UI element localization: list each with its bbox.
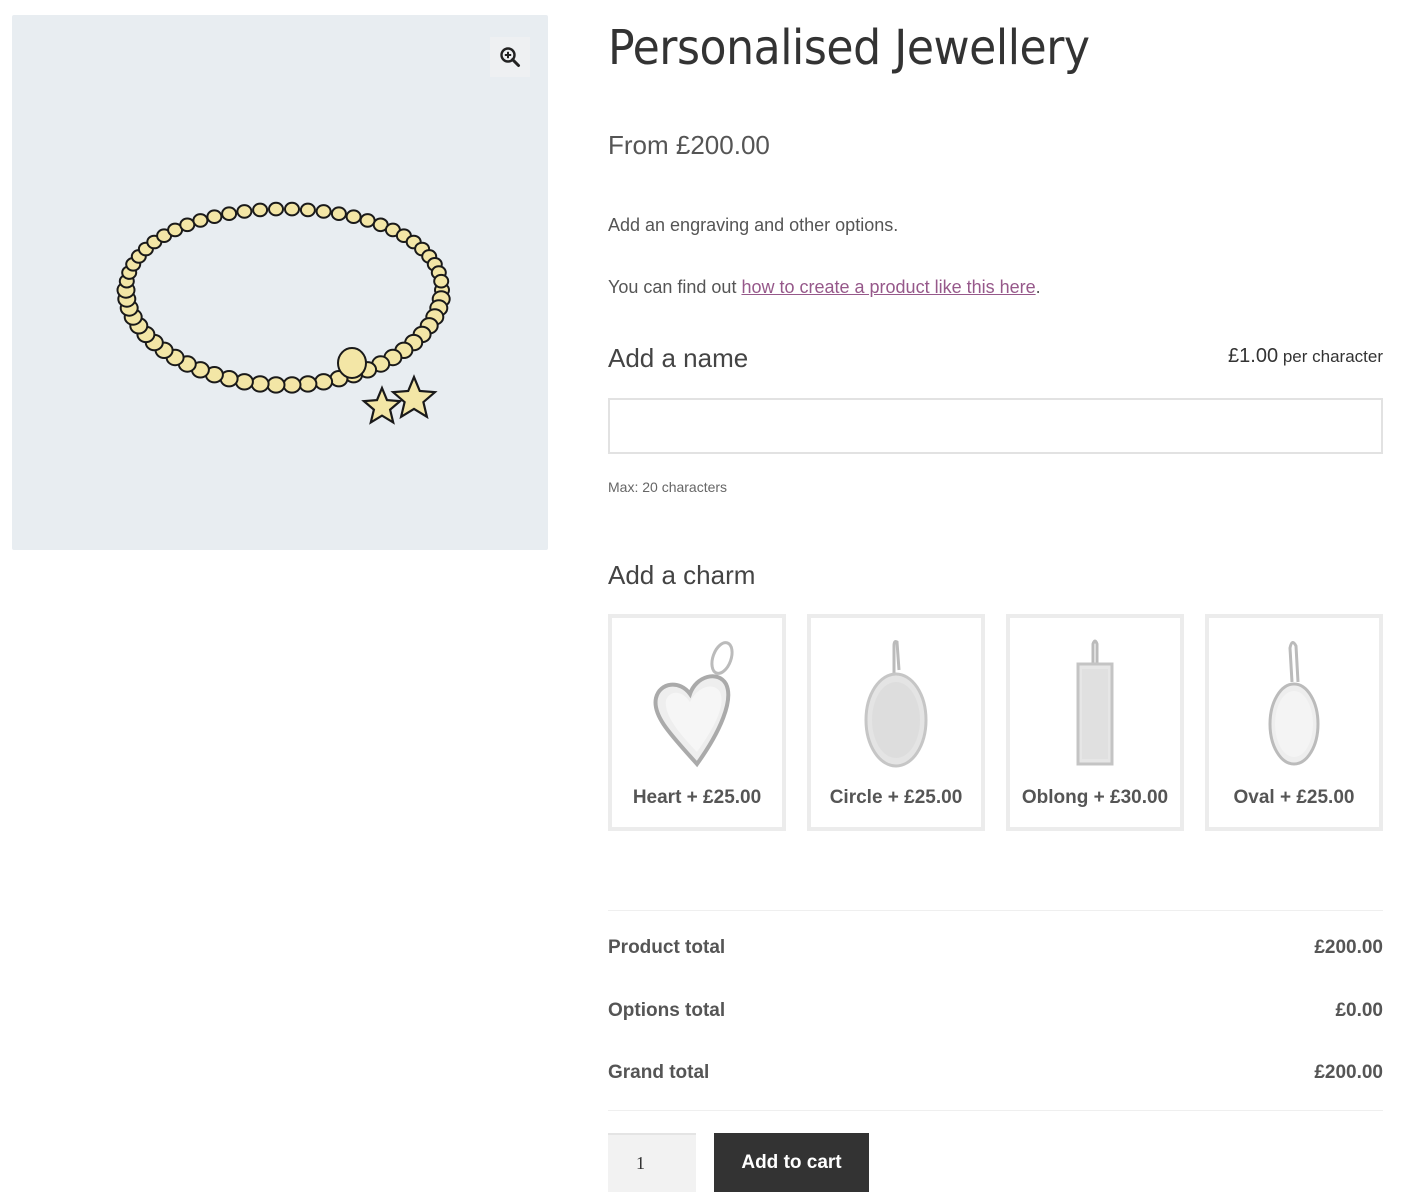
name-field-price: £1.00 per character xyxy=(1228,345,1383,368)
totals-value: £200.00 xyxy=(1314,937,1383,958)
how-to-link[interactable]: how to create a product like this here xyxy=(741,277,1035,297)
charm-label: Circle + £25.00 xyxy=(829,787,963,808)
bead xyxy=(433,273,450,289)
bead xyxy=(284,201,300,217)
magnifier-plus-icon xyxy=(500,47,520,67)
bead xyxy=(206,209,223,225)
charm-field-label: Add a charm xyxy=(608,560,756,590)
product-info: You can find out how to create a product… xyxy=(608,277,1041,298)
bead xyxy=(268,201,284,217)
bead xyxy=(266,376,286,394)
info-suffix: . xyxy=(1035,277,1041,297)
star-charm-large xyxy=(390,374,438,420)
bead xyxy=(234,373,254,391)
charm-option-heart[interactable]: Heart + £25.00 xyxy=(608,614,786,831)
charm-label: Heart + £25.00 xyxy=(632,787,762,808)
product-description: Add an engraving and other options. xyxy=(608,215,899,235)
bead xyxy=(299,202,316,218)
charm-label: Oblong + £30.00 xyxy=(1021,787,1169,808)
charm-option-oval[interactable]: Oval + £25.00 xyxy=(1205,614,1383,831)
gallery-zoom-button[interactable] xyxy=(490,37,530,77)
totals-row-options: Options total £0.00 xyxy=(608,1000,1383,1022)
name-input[interactable] xyxy=(608,398,1383,454)
oblong-charm-image xyxy=(1076,639,1114,766)
bead xyxy=(282,376,302,394)
charm-label: Oval + £25.00 xyxy=(1233,787,1355,808)
add-to-cart-button[interactable]: Add to cart xyxy=(714,1133,869,1192)
name-max-note: Max: 20 characters xyxy=(608,479,728,495)
bead xyxy=(298,375,318,393)
totals-divider-bottom xyxy=(608,1110,1383,1111)
totals-row-grand: Grand total £200.00 xyxy=(608,1062,1383,1084)
totals-row-product: Product total £200.00 xyxy=(608,937,1383,959)
name-price-amount: £1.00 xyxy=(1228,345,1279,367)
totals-divider-top xyxy=(608,910,1383,911)
totals-label: Grand total xyxy=(608,1062,710,1083)
bead xyxy=(330,206,347,222)
bead xyxy=(250,375,270,393)
product-gallery xyxy=(12,15,548,550)
charm-option-oblong[interactable]: Oblong + £30.00 xyxy=(1006,614,1184,831)
totals-label: Product total xyxy=(608,937,726,958)
totals-value: £0.00 xyxy=(1335,1000,1383,1021)
bead xyxy=(192,213,209,228)
bracelet-image[interactable] xyxy=(112,175,452,445)
product-title: Personalised Jewellery xyxy=(608,20,1090,76)
bead xyxy=(314,373,334,391)
circle-charm-image xyxy=(864,640,928,768)
name-field-label: Add a name xyxy=(608,343,749,373)
info-prefix: You can find out xyxy=(608,277,742,297)
name-price-unit: per character xyxy=(1282,347,1383,366)
product-price: From £200.00 xyxy=(608,130,770,160)
charm-option-circle[interactable]: Circle + £25.00 xyxy=(807,614,985,831)
totals-label: Options total xyxy=(608,1000,726,1021)
bead xyxy=(252,202,269,218)
bead xyxy=(179,217,196,233)
clasp-bead xyxy=(337,347,367,379)
bead xyxy=(345,209,362,225)
quantity-input[interactable] xyxy=(608,1133,696,1192)
oval-charm-image xyxy=(1268,641,1320,766)
bead xyxy=(359,213,376,228)
bead xyxy=(221,206,238,222)
heart-charm-image xyxy=(653,641,734,768)
bead xyxy=(236,204,253,219)
bead xyxy=(315,204,332,219)
totals-value: £200.00 xyxy=(1314,1062,1383,1083)
charm-options: Heart + £25.00 Circle + £25.00 Oblong + … xyxy=(608,614,1383,831)
